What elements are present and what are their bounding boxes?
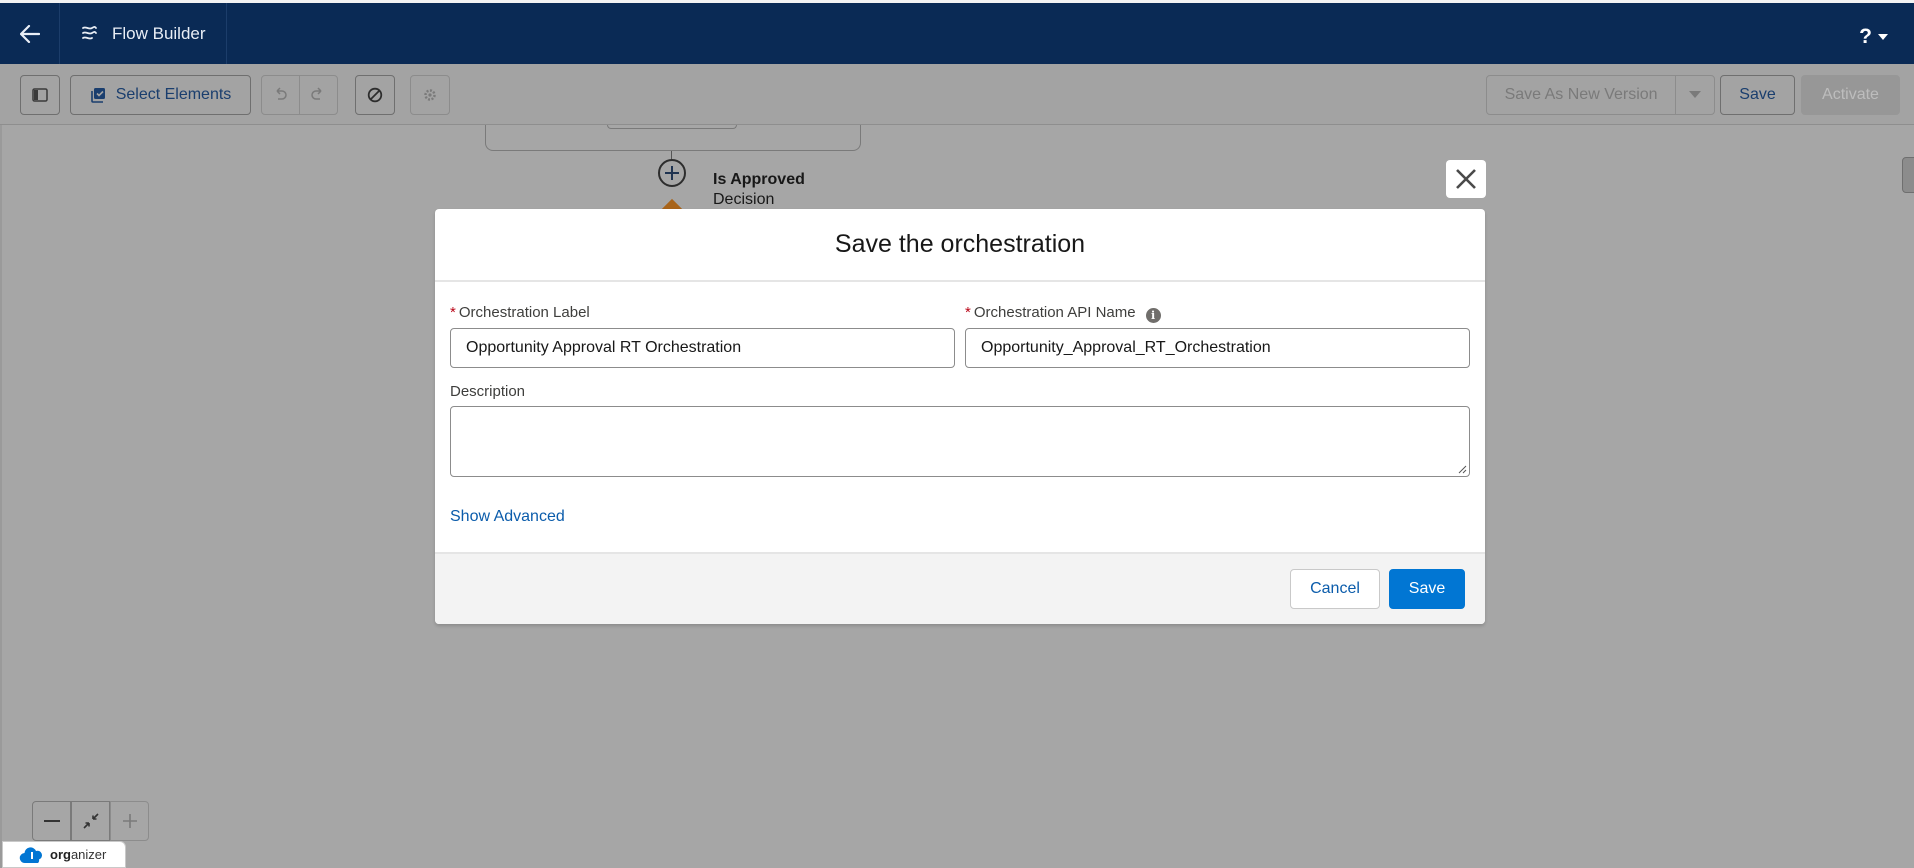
save-as-new-version-group: Save As New Version [1486,75,1715,115]
decision-type: Decision [713,191,775,208]
activate-button[interactable]: Activate [1801,75,1900,115]
required-marker: * [450,304,456,321]
add-element-button[interactable] [658,159,686,187]
gear-icon [424,89,436,101]
orchestration-label-input[interactable]: Opportunity Approval RT Orchestration [450,328,955,368]
modal-close-button[interactable] [1446,160,1486,198]
redo-button[interactable] [300,76,338,114]
activate-label: Activate [1822,86,1879,103]
orchestration-label-label: * Orchestration Label [450,304,590,321]
zoom-controls [32,801,149,841]
builder-toolbar: Select Elements Save As New Version Save… [0,64,1914,125]
side-panel-handle[interactable] [1902,157,1914,193]
select-elements-button[interactable]: Select Elements [70,75,251,115]
select-icon [90,88,105,103]
organizer-extension-badge[interactable]: organizer [2,841,126,868]
cancel-button[interactable]: Cancel [1290,569,1380,609]
orchestration-api-name-label: * Orchestration API Name i [965,304,1161,323]
select-elements-label: Select Elements [115,86,232,103]
zoom-out-button[interactable] [32,801,71,841]
save-button[interactable]: Save [1389,569,1465,609]
save-as-new-version-button[interactable]: Save As New Version [1487,76,1677,114]
plus-icon [122,814,137,828]
help-icon: ? [1859,25,1872,48]
undo-icon [276,87,287,100]
info-icon[interactable]: i [1145,308,1161,323]
arrow-left-icon [19,24,40,43]
minus-icon [43,820,60,822]
back-button[interactable] [0,3,60,64]
flow-icon [82,25,97,39]
undo-redo-group [261,75,338,115]
global-header: Flow Builder ? [0,0,1914,64]
undo-button[interactable] [262,76,300,114]
redo-icon [311,87,322,100]
toggle-panel-button[interactable] [20,75,60,115]
required-marker: * [965,304,971,321]
save-options-dropdown[interactable] [1676,76,1714,114]
help-menu[interactable]: ? [1859,25,1888,49]
plus-icon [665,166,679,180]
contract-icon [82,813,99,829]
cloud-icon [19,846,43,863]
chevron-down-icon [1878,34,1888,40]
modal-footer: Cancel Save [435,552,1485,624]
settings-button[interactable] [410,75,450,115]
errors-button[interactable] [355,75,395,115]
zoom-in-button[interactable] [110,801,149,841]
orchestration-api-name-input[interactable]: Opportunity_Approval_RT_Orchestration [965,328,1470,368]
app-brand: Flow Builder [60,3,227,64]
save-orchestration-modal: Save the orchestration * Orchestration La… [435,209,1485,624]
app-title: Flow Builder [112,23,206,43]
show-advanced-link[interactable]: Show Advanced [450,508,565,526]
close-icon [1456,169,1476,189]
organizer-label: organizer [50,847,107,862]
modal-title: Save the orchestration [435,209,1485,282]
description-label: Description [450,383,526,400]
decision-title[interactable]: Is Approved [713,171,805,189]
resize-grip-icon[interactable] [1457,464,1467,474]
panel-icon [32,88,48,102]
fit-view-button[interactable] [71,801,110,841]
save-as-new-version-label: Save As New Version [1504,86,1658,103]
toolbar-save-button[interactable]: Save [1720,75,1795,115]
flow-node-inner [607,125,737,129]
ban-icon [367,87,383,103]
toolbar-save-label: Save [1739,86,1776,103]
description-textarea[interactable] [450,406,1470,477]
chevron-down-icon [1689,91,1702,98]
